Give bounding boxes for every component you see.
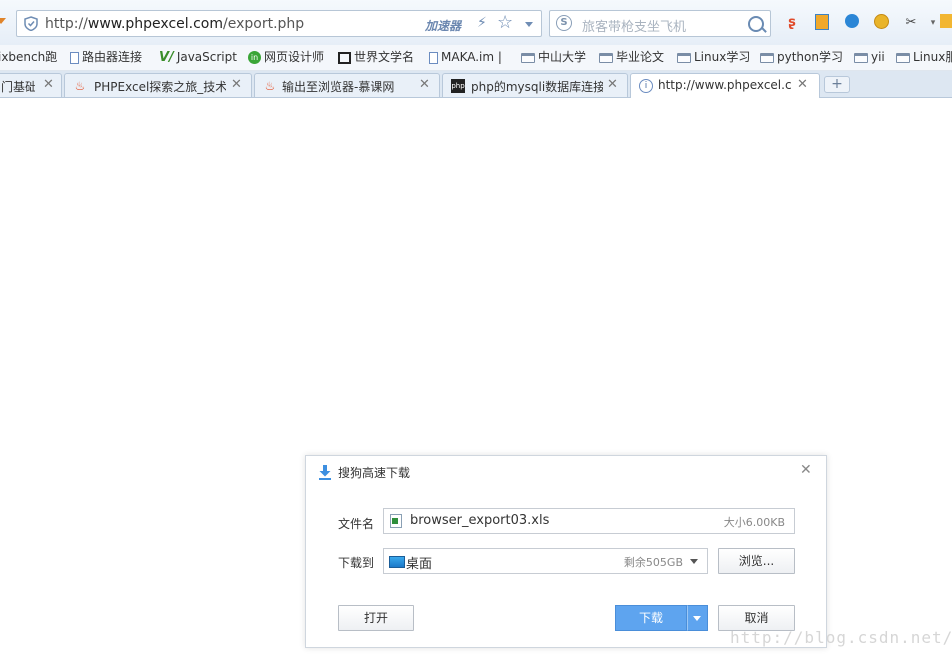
bookmark-label: MAKA.im | bbox=[441, 50, 502, 64]
game-extension-icon[interactable] bbox=[843, 14, 861, 32]
bookmark-item[interactable]: MAKA.im | bbox=[429, 48, 502, 66]
desktop-icon bbox=[389, 556, 405, 568]
browse-button[interactable]: 浏览... bbox=[718, 548, 795, 574]
chevron-down-icon[interactable] bbox=[690, 559, 698, 564]
bookmark-label: JavaScript bbox=[176, 50, 237, 64]
bookmark-folder[interactable]: python学习 bbox=[760, 48, 843, 66]
download-options-dropdown[interactable] bbox=[687, 605, 708, 631]
bookmark-item[interactable]: in 网页设计师 bbox=[248, 48, 324, 66]
shield-icon bbox=[24, 16, 38, 31]
bookmark-folder[interactable]: 中山大学 bbox=[521, 48, 586, 66]
tab-item-active[interactable]: i http://www.phpexcel.co ✕ bbox=[630, 73, 820, 98]
tab-item[interactable]: php php的mysqli数据库连接 ✕ bbox=[442, 73, 628, 97]
scissors-icon[interactable]: ✂ bbox=[902, 14, 920, 32]
tab-label: 输出至浏览器-慕课网 bbox=[282, 80, 395, 94]
nav-dropdown-icon[interactable] bbox=[0, 18, 6, 24]
search-input[interactable]: 旅客带枪支坐飞机 bbox=[582, 16, 686, 35]
bookmark-item[interactable]: ixbench跑 bbox=[0, 48, 57, 66]
bookmarks-bar: ixbench跑 路由器连接 V/JavaScript in 网页设计师 世界文学… bbox=[0, 45, 952, 71]
js-icon: V/ bbox=[159, 49, 174, 65]
bookmark-label: 路由器连接 bbox=[82, 50, 143, 64]
green-circle-icon: in bbox=[248, 51, 261, 64]
save-to-label: 下载到 bbox=[338, 556, 375, 570]
folder-icon bbox=[896, 52, 910, 63]
folder-icon bbox=[760, 52, 774, 63]
bookmark-label: 毕业论文 bbox=[616, 50, 665, 64]
bookmark-label: python学习 bbox=[777, 50, 843, 64]
screenshot-extension-icon[interactable] bbox=[813, 14, 831, 32]
download-dialog: 搜狗高速下载 ✕ 文件名 browser_export03.xls 大小6.00… bbox=[305, 455, 827, 648]
bookmark-label: 中山大学 bbox=[538, 50, 587, 64]
filename-field[interactable]: browser_export03.xls 大小6.00KB bbox=[383, 508, 795, 534]
excel-file-icon bbox=[390, 514, 402, 528]
download-icon bbox=[319, 465, 331, 480]
sogou-search-engine-icon[interactable]: S bbox=[556, 15, 572, 31]
save-location-select[interactable]: 桌面 剩余505GB bbox=[383, 548, 708, 574]
bookmark-label: ixbench跑 bbox=[0, 50, 58, 64]
lightning-icon[interactable]: ⚡ bbox=[477, 15, 487, 31]
coin-extension-icon[interactable] bbox=[872, 14, 890, 32]
save-location-value: 桌面 bbox=[406, 557, 433, 572]
browser-toolbar: http://www.phpexcel.com/export.php 加速器 ⚡… bbox=[0, 0, 952, 46]
bookmark-label: yii bbox=[871, 50, 885, 64]
folder-icon bbox=[854, 52, 868, 63]
extension-icon[interactable] bbox=[938, 14, 952, 32]
accelerator-button[interactable]: 加速器 bbox=[425, 17, 461, 34]
free-space-value: 剩余505GB bbox=[623, 556, 683, 569]
tab-label: http://www.phpexcel.co bbox=[658, 78, 792, 92]
folder-icon bbox=[521, 52, 535, 63]
book-icon bbox=[338, 51, 351, 64]
folder-icon bbox=[677, 52, 691, 63]
search-box[interactable]: S 旅客带枪支坐飞机 bbox=[549, 10, 771, 37]
filename-label: 文件名 bbox=[338, 517, 375, 531]
flame-icon: ♨ bbox=[264, 79, 276, 93]
bookmark-folder[interactable]: Linux学习 bbox=[677, 48, 750, 66]
chevron-down-icon[interactable] bbox=[525, 22, 533, 27]
close-icon[interactable]: ✕ bbox=[607, 77, 618, 92]
bookmark-folder[interactable]: 毕业论文 bbox=[599, 48, 664, 66]
tab-item[interactable]: 门基础到 ✕ bbox=[0, 73, 62, 97]
tab-label: php的mysqli数据库连接 bbox=[471, 80, 603, 94]
close-icon[interactable]: ✕ bbox=[419, 77, 430, 92]
bookmark-folder[interactable]: yii bbox=[854, 48, 885, 66]
weibo-extension-icon[interactable]: ʂ bbox=[783, 14, 801, 32]
bookmark-label: Linux服 bbox=[913, 50, 952, 64]
filesize-value: 大小6.00KB bbox=[723, 516, 785, 529]
tab-label: PHPExcel探索之旅_技术 bbox=[94, 80, 226, 94]
search-icon[interactable] bbox=[748, 16, 764, 32]
watermark: http://blog.csdn.net/ bbox=[730, 628, 952, 647]
bookmark-item[interactable]: 路由器连接 bbox=[70, 48, 142, 66]
bookmark-label: 网页设计师 bbox=[264, 50, 325, 64]
new-tab-button[interactable]: + bbox=[824, 76, 850, 93]
page-icon bbox=[70, 51, 79, 64]
close-icon[interactable]: ✕ bbox=[231, 77, 242, 92]
dialog-title: 搜狗高速下载 bbox=[338, 466, 411, 480]
php-icon: php bbox=[451, 79, 465, 93]
tab-strip: 门基础到 ✕ ♨ PHPExcel探索之旅_技术 ✕ ♨ 输出至浏览器-慕课网 … bbox=[0, 71, 952, 98]
tab-item[interactable]: ♨ 输出至浏览器-慕课网 ✕ bbox=[254, 73, 440, 97]
close-icon[interactable]: ✕ bbox=[797, 77, 808, 92]
tab-item[interactable]: ♨ PHPExcel探索之旅_技术 ✕ bbox=[64, 73, 252, 97]
bookmark-item[interactable]: V/JavaScript bbox=[159, 48, 237, 66]
tab-label: 门基础到 bbox=[1, 80, 35, 94]
address-bar[interactable]: http://www.phpexcel.com/export.php 加速器 ⚡… bbox=[16, 10, 542, 37]
close-icon[interactable]: ✕ bbox=[800, 462, 812, 478]
filename-value[interactable]: browser_export03.xls bbox=[410, 513, 549, 528]
bookmark-item[interactable]: 世界文学名 bbox=[338, 48, 414, 66]
close-icon[interactable]: ✕ bbox=[43, 77, 54, 92]
bookmark-label: Linux学习 bbox=[694, 50, 751, 64]
star-icon[interactable]: ☆ bbox=[497, 12, 513, 33]
page-icon bbox=[429, 51, 438, 64]
flame-icon: ♨ bbox=[74, 79, 86, 93]
url-text[interactable]: http://www.phpexcel.com/export.php bbox=[45, 16, 304, 32]
info-globe-icon: i bbox=[639, 79, 653, 93]
folder-icon bbox=[599, 52, 613, 63]
download-button[interactable]: 下载 bbox=[615, 605, 687, 631]
bookmark-label: 世界文学名 bbox=[354, 50, 415, 64]
open-button[interactable]: 打开 bbox=[338, 605, 414, 631]
bookmark-folder[interactable]: Linux服 bbox=[896, 48, 952, 66]
